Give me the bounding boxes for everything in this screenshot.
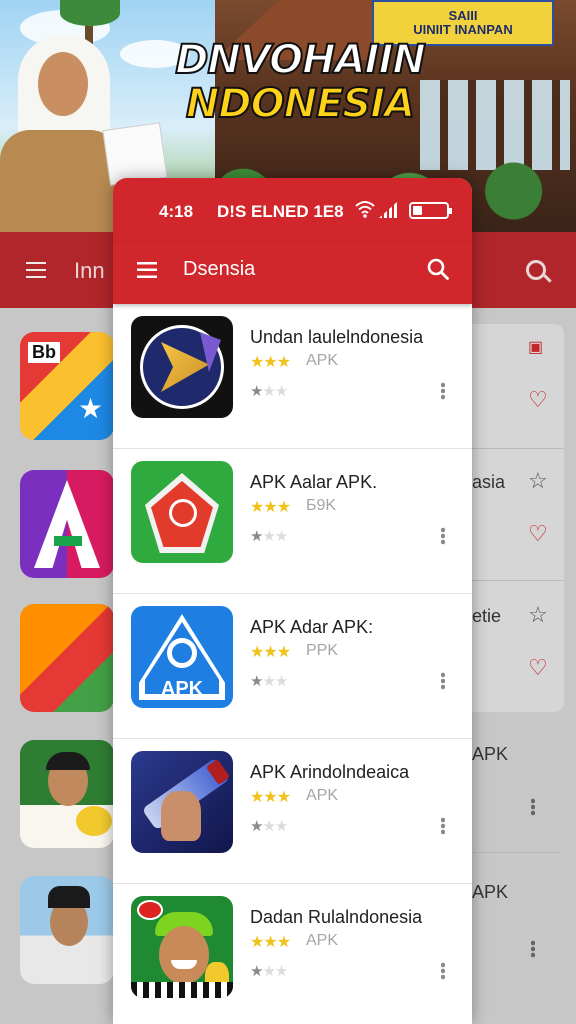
shield-fire-icon [131, 461, 233, 563]
star-rating: ★★★ [250, 789, 291, 806]
person-photo-icon [20, 740, 114, 848]
sign-text-2: UINIIT INANPAN [413, 22, 513, 37]
menu-icon [26, 262, 46, 278]
secondary-rating: ★★★ [250, 963, 288, 980]
face [38, 52, 88, 116]
app-name: APK Arindolndeaica [250, 762, 410, 782]
divider [470, 448, 564, 449]
star-rating: ★★★ [250, 934, 291, 951]
apk-warning-icon: APK [131, 606, 233, 708]
person-photo-icon [131, 896, 233, 998]
secondary-rating: ★★★ [250, 528, 288, 545]
list-item[interactable]: APK APK Adar APK: ★★★ PPK ★★★ [113, 594, 472, 739]
search-icon[interactable] [427, 258, 449, 280]
list-item[interactable]: Undan laulelndonesia ★★★ APK ★★★ [113, 304, 472, 449]
star-rating: ★★★ [250, 499, 291, 516]
palm-leaves [60, 0, 120, 26]
secondary-rating: ★★★ [250, 383, 288, 400]
star-rating: ★★★ [250, 644, 291, 661]
secondary-rating: ★★★ [250, 673, 288, 690]
more-options-icon[interactable] [441, 382, 445, 400]
app-bar-title: Dsensia [183, 258, 256, 280]
background-text: asia [472, 472, 506, 492]
more-options-icon[interactable] [441, 817, 445, 835]
app-tag: APK [306, 787, 339, 804]
app-icon: Bb ★ [20, 332, 114, 440]
wifi-icon [355, 201, 375, 218]
app-icon [20, 470, 114, 578]
sign-text-1: SAIII [448, 8, 478, 23]
app-icon [20, 604, 114, 712]
more-options-icon[interactable] [441, 672, 445, 690]
banner-title: DNVOHAIIN NDONESIA [150, 37, 450, 127]
document-in-hand [102, 122, 168, 186]
heart-icon: ♡ [528, 655, 548, 680]
star-icon: ☆ [528, 468, 548, 493]
app-name: Dadan Rulalndonesia [250, 907, 423, 927]
heart-icon: ♡ [528, 387, 548, 412]
bottle-photo-icon [131, 751, 233, 853]
divider [470, 852, 560, 853]
app-name: Undan laulelndonesia [250, 327, 424, 347]
app-name: APK Aalar APK. [250, 472, 378, 492]
star-icon: ☆ [528, 602, 548, 627]
background-card [470, 324, 564, 712]
app-tag: APK [306, 932, 339, 949]
background-app-title: Inn [74, 258, 105, 283]
app-tag: Б9K [306, 497, 337, 514]
heart-icon: ♡ [528, 521, 548, 546]
status-network: D!S ELNED 1E8 [217, 202, 344, 221]
app-tag: APK [306, 352, 339, 369]
battery-icon [409, 202, 452, 219]
banner-title-line2: NDONESIA [185, 81, 416, 127]
background-text: APK [472, 882, 509, 902]
phone-screen: 4:18 D!S ELNED 1E8 Dsensia Undan lauleln… [113, 178, 472, 1024]
more-icon [531, 940, 535, 958]
more-options-icon[interactable] [441, 527, 445, 545]
more-options-icon[interactable] [441, 962, 445, 980]
menu-icon[interactable] [137, 262, 157, 278]
banner-title-line1: DNVOHAIIN [174, 37, 427, 83]
person-photo-icon [20, 876, 114, 984]
list-item[interactable]: APK Arindolndeaica ★★★ APK ★★★ [113, 739, 472, 884]
clothing [0, 130, 120, 232]
status-bar: 4:18 D!S ELNED 1E8 [113, 178, 472, 242]
list-item[interactable]: Dadan Rulalndonesia ★★★ APK ★★★ [113, 884, 472, 1024]
background-text: APK [472, 744, 509, 764]
list-item[interactable]: APK Aalar APK. ★★★ Б9K ★★★ [113, 449, 472, 594]
more-icon [531, 798, 535, 816]
signal-icon [379, 202, 397, 218]
app-name: APK Adar APK: [250, 617, 374, 637]
download-icon: ▣ [528, 339, 544, 356]
app-tag: PPK [306, 642, 339, 659]
status-time: 4:18 [159, 202, 194, 221]
star-rating: ★★★ [250, 354, 291, 371]
background-text: etie [472, 606, 502, 626]
secondary-rating: ★★★ [250, 818, 288, 835]
divider [470, 580, 564, 581]
app-list: Undan laulelndonesia ★★★ APK ★★★ APK Aal… [113, 304, 472, 1024]
play-arrow-icon [131, 316, 233, 418]
app-bar: Dsensia [113, 242, 472, 304]
search-icon [526, 260, 546, 280]
